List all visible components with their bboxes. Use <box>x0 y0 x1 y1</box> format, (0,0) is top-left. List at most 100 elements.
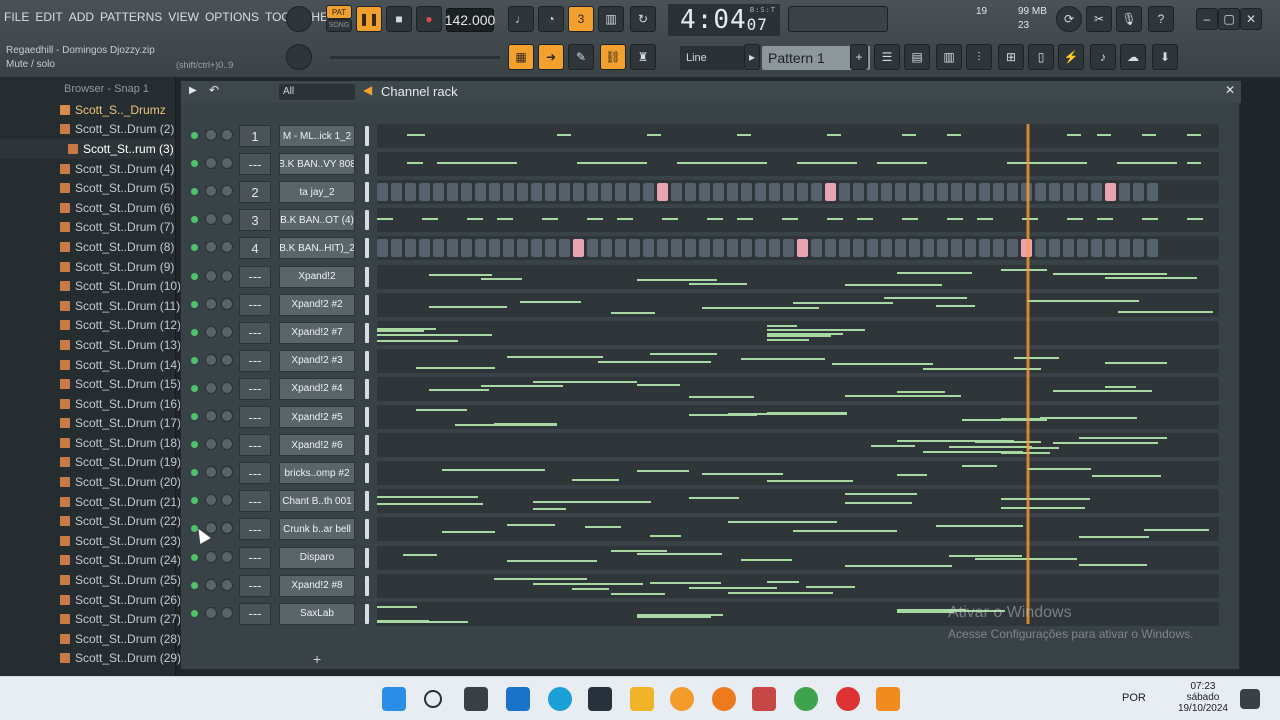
channel-select-indicator[interactable] <box>365 210 369 231</box>
browser-item[interactable]: Scott_St..Drum (20) <box>0 472 181 492</box>
channel-lane[interactable] <box>377 348 1219 373</box>
browser-item[interactable]: Scott_St..Drum (26) <box>0 590 181 610</box>
step-button[interactable] <box>979 183 990 202</box>
mixer-track-number[interactable]: 2 <box>239 181 271 204</box>
mixer-track-number[interactable]: --- <box>239 321 271 344</box>
step-button[interactable] <box>601 239 612 258</box>
recorder-icon[interactable] <box>836 687 860 711</box>
step-button[interactable] <box>1049 239 1060 258</box>
pan-knob[interactable] <box>205 297 217 310</box>
volume-knob[interactable] <box>221 410 233 422</box>
help-button[interactable]: ? <box>1148 6 1174 32</box>
step-button[interactable] <box>755 239 766 258</box>
browser-item[interactable]: Scott_St..Drum (15) <box>0 374 181 394</box>
step-button[interactable] <box>727 183 738 202</box>
channel-name-button[interactable]: Xpand!2 #3 <box>279 349 355 372</box>
volume-knob[interactable] <box>221 269 233 282</box>
browser-item[interactable]: Scott_St..Drum (2) <box>0 120 175 140</box>
start-icon[interactable] <box>382 687 406 711</box>
step-button[interactable] <box>867 183 878 202</box>
close-app-button[interactable]: ✕ <box>1240 8 1262 30</box>
browser-item[interactable]: Scott_St..Drum (27) <box>0 609 181 629</box>
mixer-track-number[interactable]: --- <box>239 518 271 541</box>
browser-item[interactable]: Scott_St..Drum (4) <box>0 159 175 179</box>
step-button[interactable] <box>909 183 920 202</box>
mixer-track-number[interactable]: --- <box>239 602 271 625</box>
step-button[interactable] <box>503 183 514 202</box>
channel-lane[interactable] <box>377 124 1219 148</box>
volume-knob[interactable] <box>221 606 233 619</box>
browser-item[interactable]: Scott_St..rum (3) <box>0 139 175 159</box>
channel-rack-button[interactable]: ▤ <box>904 44 930 70</box>
edge-icon[interactable] <box>548 687 572 711</box>
pan-knob[interactable] <box>205 241 217 254</box>
pattern-prev-button[interactable]: ▸ <box>744 44 760 70</box>
step-button[interactable] <box>419 183 430 202</box>
channel-name-button[interactable]: B.K BAN..VY 808 <box>279 153 355 176</box>
channel-select-indicator[interactable] <box>365 547 369 568</box>
step-button[interactable] <box>1119 183 1130 202</box>
channel-led[interactable] <box>191 553 198 561</box>
step-button[interactable] <box>713 183 724 202</box>
step-button[interactable] <box>1007 183 1018 202</box>
step-button[interactable] <box>419 239 430 258</box>
browser-item[interactable]: Scott_St..Drum (10) <box>0 276 181 296</box>
channel-select-indicator[interactable] <box>365 575 369 596</box>
browser-button[interactable]: ⊞ <box>998 44 1024 70</box>
step-button[interactable] <box>461 239 472 258</box>
step-button[interactable] <box>405 239 416 258</box>
channel-name-button[interactable]: Xpand!2 #5 <box>279 406 355 428</box>
channel-select-indicator[interactable] <box>365 378 369 399</box>
language-indicator[interactable]: POR <box>1122 692 1146 704</box>
channel-name-button[interactable]: B.K BAN..HIT)_2 <box>279 237 355 260</box>
maximize-button[interactable]: ▢ <box>1218 8 1240 30</box>
channel-led[interactable] <box>191 244 198 252</box>
channel-select-indicator[interactable] <box>365 519 369 540</box>
volume-knob[interactable] <box>221 185 233 198</box>
channel-led[interactable] <box>191 469 198 477</box>
step-button[interactable] <box>811 239 822 258</box>
volume-knob[interactable] <box>221 129 233 141</box>
step-edit-button[interactable]: ▥ <box>598 6 624 32</box>
pan-knob[interactable] <box>205 213 217 226</box>
step-button[interactable] <box>1147 239 1158 258</box>
step-button[interactable] <box>783 183 794 202</box>
notification-icon[interactable] <box>1240 689 1260 709</box>
link-button[interactable]: ⛓ <box>600 44 626 70</box>
pan-knob[interactable] <box>205 494 217 507</box>
channel-lane[interactable] <box>377 461 1219 486</box>
pan-knob[interactable] <box>205 550 217 563</box>
channel-led[interactable] <box>191 160 198 168</box>
step-button[interactable] <box>881 239 892 258</box>
step-button[interactable] <box>433 183 444 202</box>
step-button[interactable] <box>1063 239 1074 258</box>
loop-record-button[interactable]: ↻ <box>630 6 656 32</box>
vlc-icon[interactable] <box>876 687 900 711</box>
step-button[interactable] <box>755 183 766 202</box>
channel-lane[interactable] <box>377 264 1219 289</box>
record-audio-button[interactable]: 🎙 <box>1116 6 1142 32</box>
close-rack-button[interactable]: ✕ <box>1225 83 1235 97</box>
step-button[interactable] <box>713 239 724 258</box>
step-button[interactable] <box>391 183 402 202</box>
step-button[interactable] <box>895 183 906 202</box>
step-button[interactable] <box>685 183 696 202</box>
menu-options[interactable]: OPTIONS <box>205 10 259 24</box>
wait-input-button[interactable]: ◔ <box>538 6 564 32</box>
channel-led[interactable] <box>191 497 198 505</box>
mixer-button[interactable]: ☰ <box>874 44 900 70</box>
channel-name-button[interactable]: Chant B..th 001 <box>279 490 355 513</box>
channel-select-indicator[interactable] <box>365 463 369 484</box>
channel-select-indicator[interactable] <box>365 491 369 512</box>
step-button[interactable] <box>727 239 738 258</box>
channel-select-indicator[interactable] <box>365 154 369 175</box>
step-button[interactable] <box>1133 183 1144 202</box>
volume-knob[interactable] <box>221 213 233 226</box>
step-button[interactable] <box>461 183 472 202</box>
browser-item[interactable]: Scott_St..Drum (22) <box>0 511 181 531</box>
volume-knob[interactable] <box>221 438 233 451</box>
step-button[interactable] <box>979 239 990 258</box>
pan-knob[interactable] <box>205 410 217 422</box>
step-button[interactable] <box>965 239 976 258</box>
step-button[interactable] <box>797 183 808 202</box>
